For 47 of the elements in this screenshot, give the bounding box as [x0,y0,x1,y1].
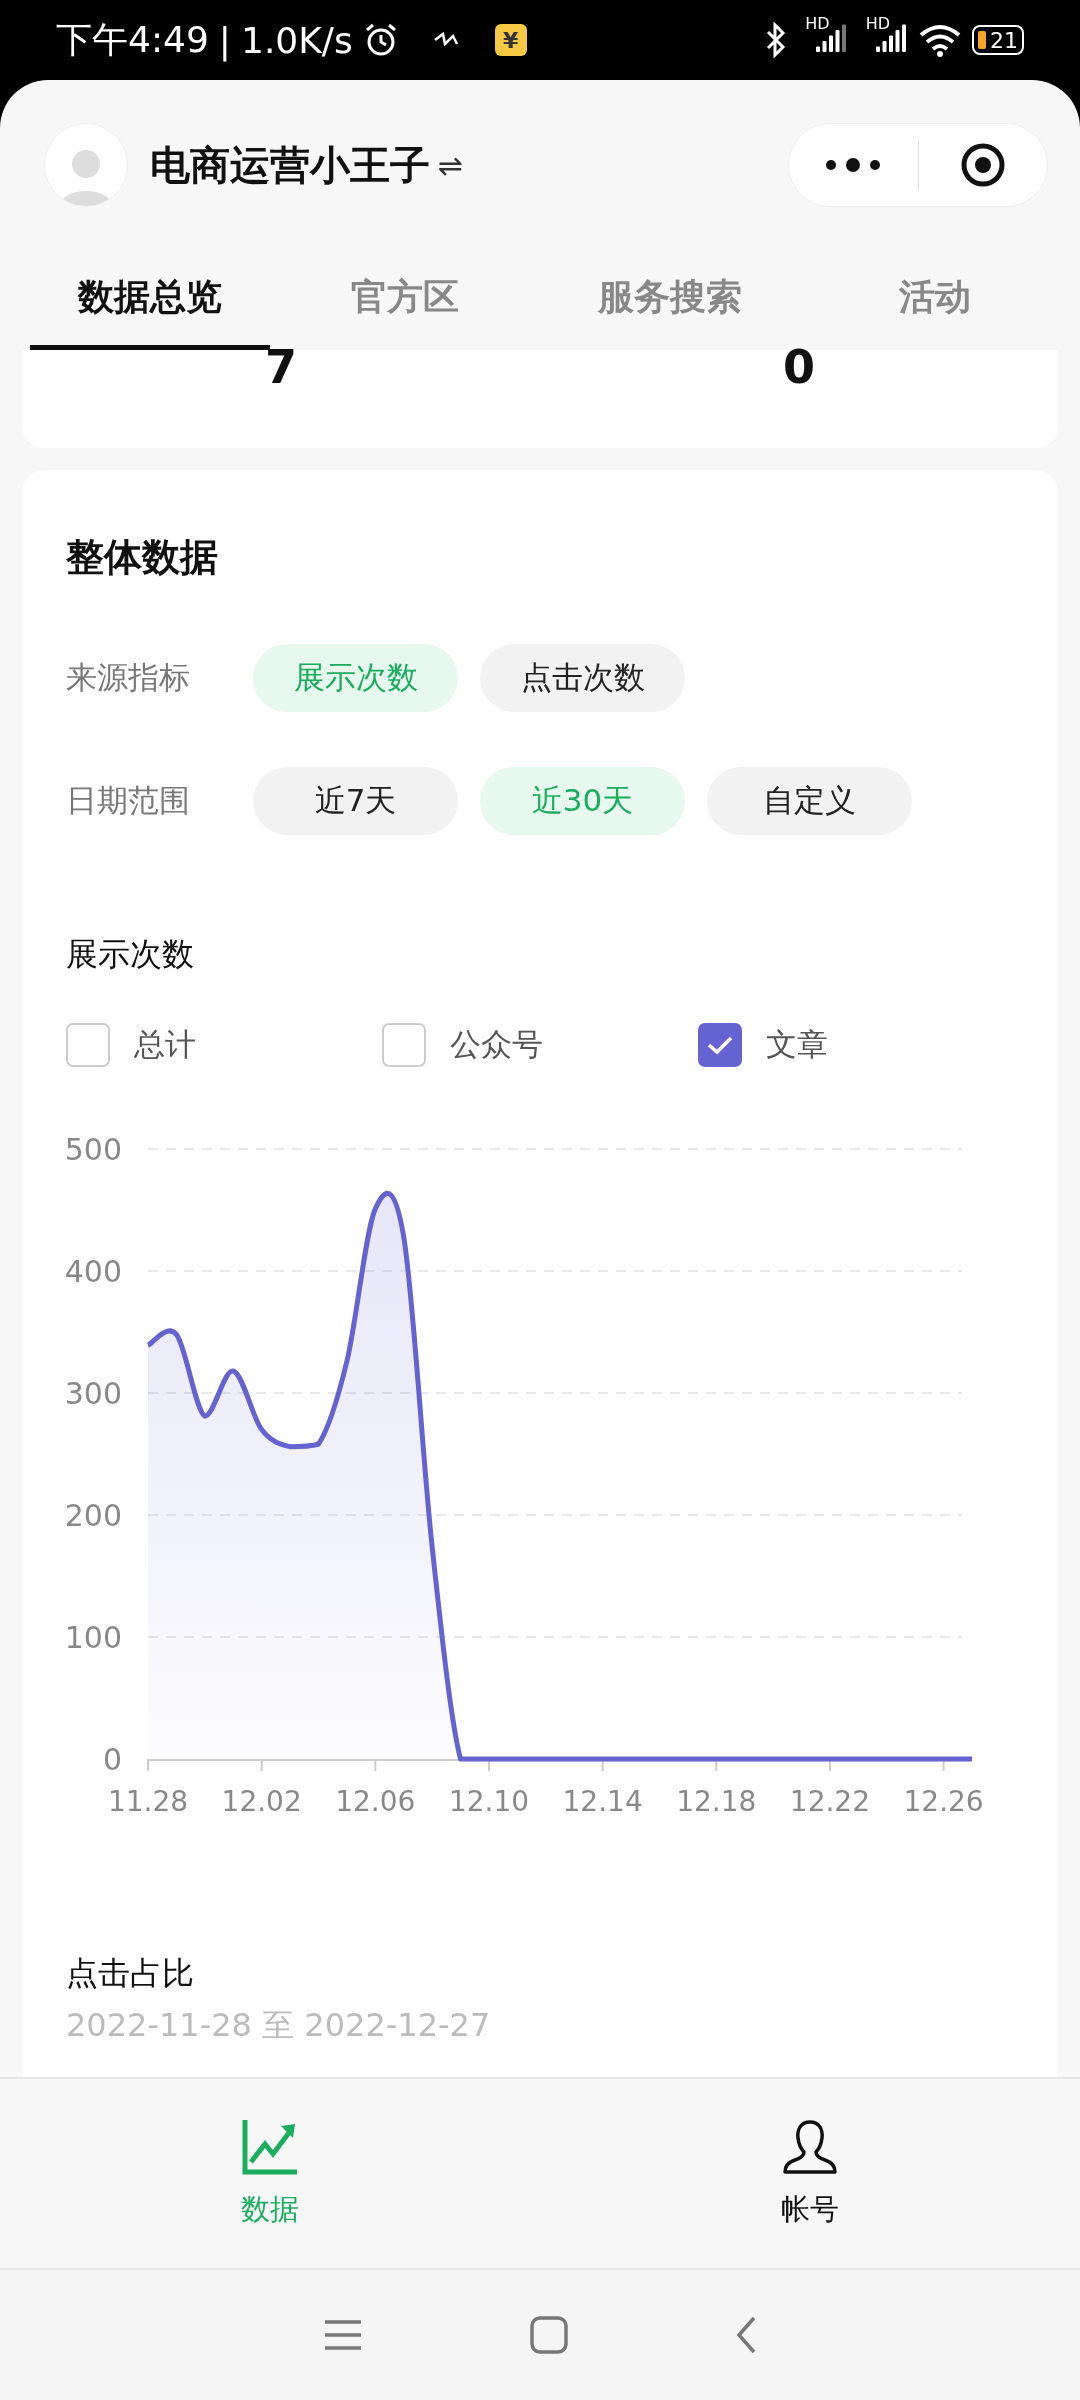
summary-value: 0 [783,344,815,390]
axis-label: 12.02 [221,1785,302,1818]
axis-label: 400 [64,1254,122,1289]
axis-label: 12.22 [789,1785,870,1818]
checkbox-label: 文章 [766,1025,828,1064]
more-icon [825,157,882,173]
filter-chip[interactable]: 近7天 [253,767,458,835]
battery-indicator: 21 [972,25,1024,55]
axis-label: 12.06 [335,1785,416,1818]
filter-chip[interactable]: 点击次数 [480,644,685,712]
network-speed: 1.0K/s [241,19,353,61]
checkbox-label: 总计 [134,1025,196,1064]
axis-label: 300 [64,1376,122,1411]
home-icon[interactable] [529,2315,569,2355]
user-icon [781,2117,839,2176]
wifi-icon [918,23,962,57]
section-title: 整体数据 [65,534,219,581]
switch-account-button[interactable]: ⇌ [438,147,464,183]
hd-label: HD [865,14,890,33]
status-time: 下午4:49 [56,17,209,62]
nav-item[interactable]: 帐号 [540,2079,1080,2268]
axis-label: 0 [102,1742,122,1777]
axis-label: 12.18 [676,1785,757,1818]
menu-icon[interactable] [323,2318,363,2352]
checkbox-label: 公众号 [450,1025,543,1064]
account-name: 电商运营小王子 [150,140,430,190]
axis-label: 12.14 [562,1785,643,1818]
filter-label: 来源指标 [66,658,191,697]
wallet-badge: ¥ [494,24,527,56]
chart-icon [241,2117,299,2176]
metric-title: 展示次数 [65,934,195,975]
check-icon [706,1034,734,1056]
ratio-title: 点击占比 [65,1953,195,1994]
date-range: 2022-11-28 至 2022-12-27 [65,2005,492,2046]
axis-label: 100 [64,1620,122,1655]
filter-chip[interactable]: 自定义 [707,767,912,835]
axis-label: 200 [64,1498,122,1533]
axis-label: 12.10 [448,1785,530,1818]
filter-label: 日期范围 [66,781,191,820]
axis-label: 11.28 [107,1785,189,1818]
hd-label: HD [805,14,830,33]
bluetooth-icon [765,22,788,58]
axis-label: 12.26 [903,1785,984,1818]
checkbox[interactable] [698,1023,742,1067]
status-separator: | [218,19,231,61]
axis-label: 500 [64,1132,122,1167]
back-icon[interactable] [735,2315,757,2355]
